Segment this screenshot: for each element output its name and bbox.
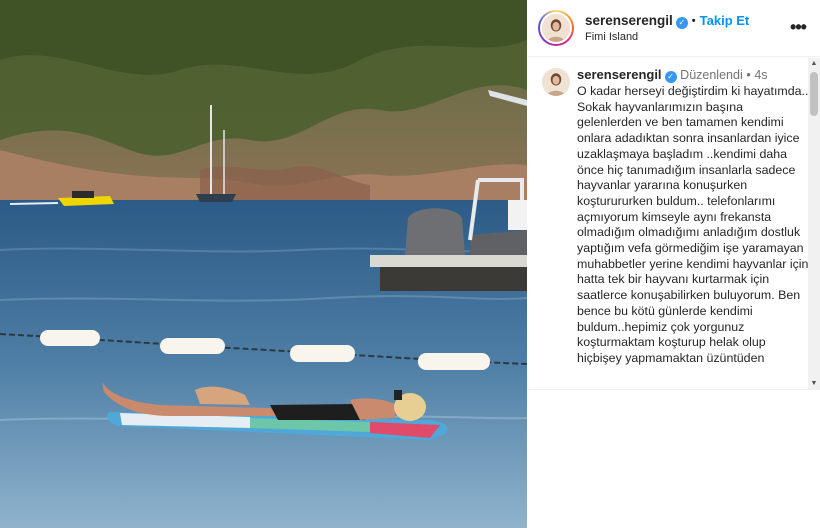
avatar[interactable] <box>540 12 572 44</box>
header-username[interactable]: serenserengil <box>585 13 673 28</box>
post-header: serenserengil ✓ • Takip Et Fimi Island ••• <box>528 0 820 57</box>
header-user-line: serenserengil ✓ • Takip Et <box>585 13 749 29</box>
caption-text: O kadar herseyi değiştirdim ki hayatımda… <box>577 84 809 365</box>
caption-avatar[interactable] <box>542 68 570 96</box>
edited-label: Düzenlendi <box>680 68 743 82</box>
time-ago[interactable]: 4s <box>754 68 767 82</box>
header-separator: • <box>691 15 696 27</box>
post-side-panel: serenserengil ✓ • Takip Et Fimi Island ••• … <box>528 0 820 528</box>
scroll-up-arrow-icon[interactable]: ▲ <box>808 58 820 70</box>
verified-icon: ✓ <box>675 17 688 29</box>
divider <box>528 389 820 390</box>
caption-area: serenserengil ✓ Düzenlendi • 4s O kadar h… <box>528 58 820 390</box>
follow-button[interactable]: Takip Et <box>700 13 750 28</box>
beach-photo <box>0 0 527 528</box>
more-options-icon[interactable]: ••• <box>788 18 808 38</box>
location-link[interactable]: Fimi Island <box>585 31 638 43</box>
story-ring[interactable] <box>538 10 574 46</box>
post-photo[interactable] <box>0 0 527 528</box>
caption-separator: • <box>746 68 751 82</box>
caption-scrollbar[interactable]: ▲ ▼ <box>808 58 820 390</box>
caption-header: serenserengil ✓ Düzenlendi • 4s <box>577 67 768 83</box>
caption-avatar-image <box>542 68 570 96</box>
scrollbar-thumb[interactable] <box>810 72 818 116</box>
caption-username[interactable]: serenserengil <box>577 67 662 82</box>
avatar-image <box>542 14 570 42</box>
caption-verified-icon: ✓ <box>664 71 677 83</box>
